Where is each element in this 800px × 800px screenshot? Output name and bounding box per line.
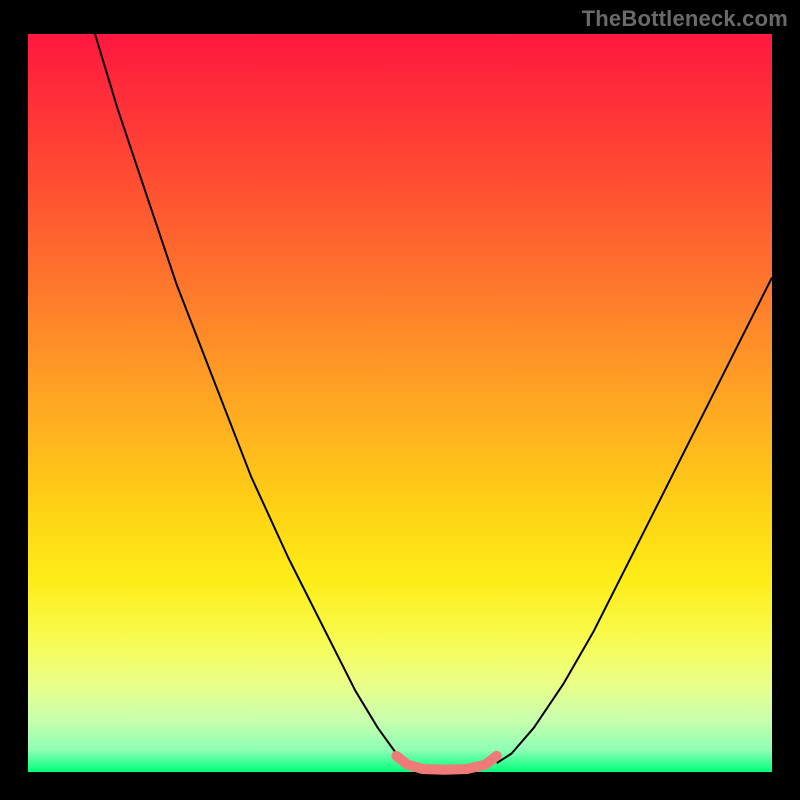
series-valley-highlight [396, 756, 496, 770]
series-right-branch [497, 278, 772, 764]
chart-plot-area [28, 34, 772, 772]
series-left-branch [95, 34, 407, 763]
watermark-text: TheBottleneck.com [582, 6, 788, 32]
chart-series-layer [95, 34, 772, 770]
chart-svg [28, 34, 772, 772]
chart-stage: TheBottleneck.com [0, 0, 800, 800]
